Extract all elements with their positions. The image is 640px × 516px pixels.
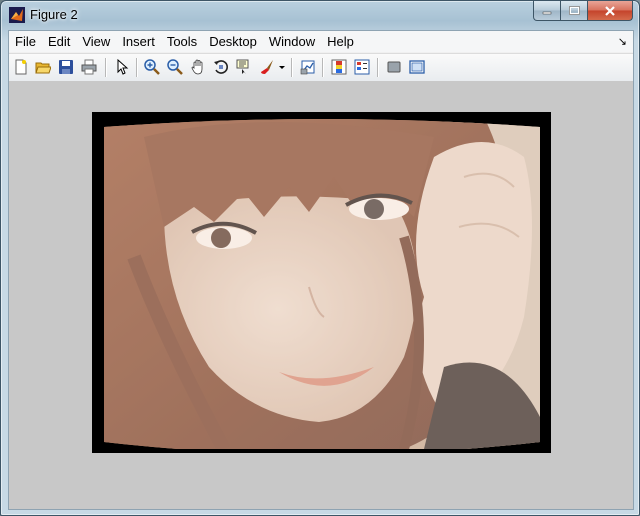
window-title: Figure 2 bbox=[30, 7, 78, 22]
axes-area[interactable] bbox=[9, 82, 633, 509]
brush-button[interactable] bbox=[258, 58, 276, 76]
toolbar-separator bbox=[377, 58, 378, 77]
pan-button[interactable] bbox=[189, 58, 207, 76]
open-file-icon bbox=[35, 62, 51, 74]
menu-tools[interactable]: Tools bbox=[161, 31, 203, 52]
print-button[interactable] bbox=[80, 58, 98, 76]
zoom-in-icon bbox=[144, 59, 160, 75]
insert-legend-button[interactable] bbox=[353, 58, 371, 76]
menu-edit[interactable]: Edit bbox=[42, 31, 76, 52]
toolbar-separator bbox=[136, 58, 137, 77]
toolbar-separator bbox=[291, 58, 292, 77]
link-plot-button[interactable] bbox=[299, 58, 317, 76]
brush-dropdown[interactable] bbox=[277, 58, 287, 76]
menu-insert[interactable]: Insert bbox=[116, 31, 161, 52]
hide-plot-tools-icon bbox=[387, 61, 401, 73]
chevron-down-icon bbox=[279, 66, 285, 69]
close-icon bbox=[605, 5, 615, 16]
figure-client-area: File Edit View Insert Tools Desktop Wind… bbox=[8, 30, 634, 510]
minimize-button[interactable] bbox=[533, 1, 561, 21]
data-cursor-button[interactable] bbox=[235, 58, 253, 76]
portrait-photo bbox=[104, 119, 540, 449]
new-figure-icon bbox=[15, 59, 27, 75]
insert-colorbar-icon bbox=[331, 59, 347, 75]
insert-colorbar-button[interactable] bbox=[330, 58, 348, 76]
rotate-3d-button[interactable] bbox=[212, 58, 230, 76]
insert-legend-icon bbox=[354, 59, 370, 75]
menu-bar: File Edit View Insert Tools Desktop Wind… bbox=[9, 31, 633, 52]
edit-plot-button[interactable] bbox=[113, 58, 131, 76]
title-bar[interactable]: Figure 2 bbox=[1, 1, 639, 29]
show-plot-tools-icon bbox=[409, 60, 425, 74]
edit-plot-arrow-icon bbox=[117, 59, 129, 75]
menu-view[interactable]: View bbox=[76, 31, 116, 52]
figure-toolbar bbox=[9, 53, 633, 82]
print-icon bbox=[81, 59, 97, 75]
dock-arrow-icon[interactable]: ↘ bbox=[618, 35, 627, 48]
maximize-icon bbox=[568, 6, 580, 15]
new-figure-button[interactable] bbox=[12, 58, 30, 76]
zoom-in-button[interactable] bbox=[143, 58, 161, 76]
figure-window: Figure 2 File Edit View Insert Tools Des… bbox=[0, 0, 640, 516]
menu-window[interactable]: Window bbox=[263, 31, 321, 52]
hide-plot-tools-button[interactable] bbox=[385, 58, 403, 76]
save-icon bbox=[59, 60, 73, 74]
pan-hand-icon bbox=[191, 59, 203, 75]
toolbar-separator bbox=[105, 58, 106, 77]
image-frame bbox=[92, 112, 551, 453]
menu-help[interactable]: Help bbox=[321, 31, 360, 52]
zoom-out-icon bbox=[167, 59, 183, 75]
minimize-icon bbox=[542, 11, 552, 14]
save-button[interactable] bbox=[57, 58, 75, 76]
zoom-out-button[interactable] bbox=[166, 58, 184, 76]
caption-buttons bbox=[533, 1, 633, 21]
brush-icon bbox=[261, 60, 273, 74]
menu-file[interactable]: File bbox=[9, 31, 42, 52]
close-button[interactable] bbox=[588, 1, 633, 21]
rotate-3d-icon bbox=[214, 60, 228, 74]
show-plot-tools-button[interactable] bbox=[408, 58, 426, 76]
link-plot-icon bbox=[300, 60, 315, 75]
matlab-logo-icon bbox=[9, 7, 25, 23]
menu-desktop[interactable]: Desktop bbox=[203, 31, 263, 52]
data-cursor-icon bbox=[236, 59, 249, 74]
open-file-button[interactable] bbox=[34, 58, 52, 76]
toolbar-separator bbox=[322, 58, 323, 77]
maximize-button[interactable] bbox=[561, 1, 588, 21]
